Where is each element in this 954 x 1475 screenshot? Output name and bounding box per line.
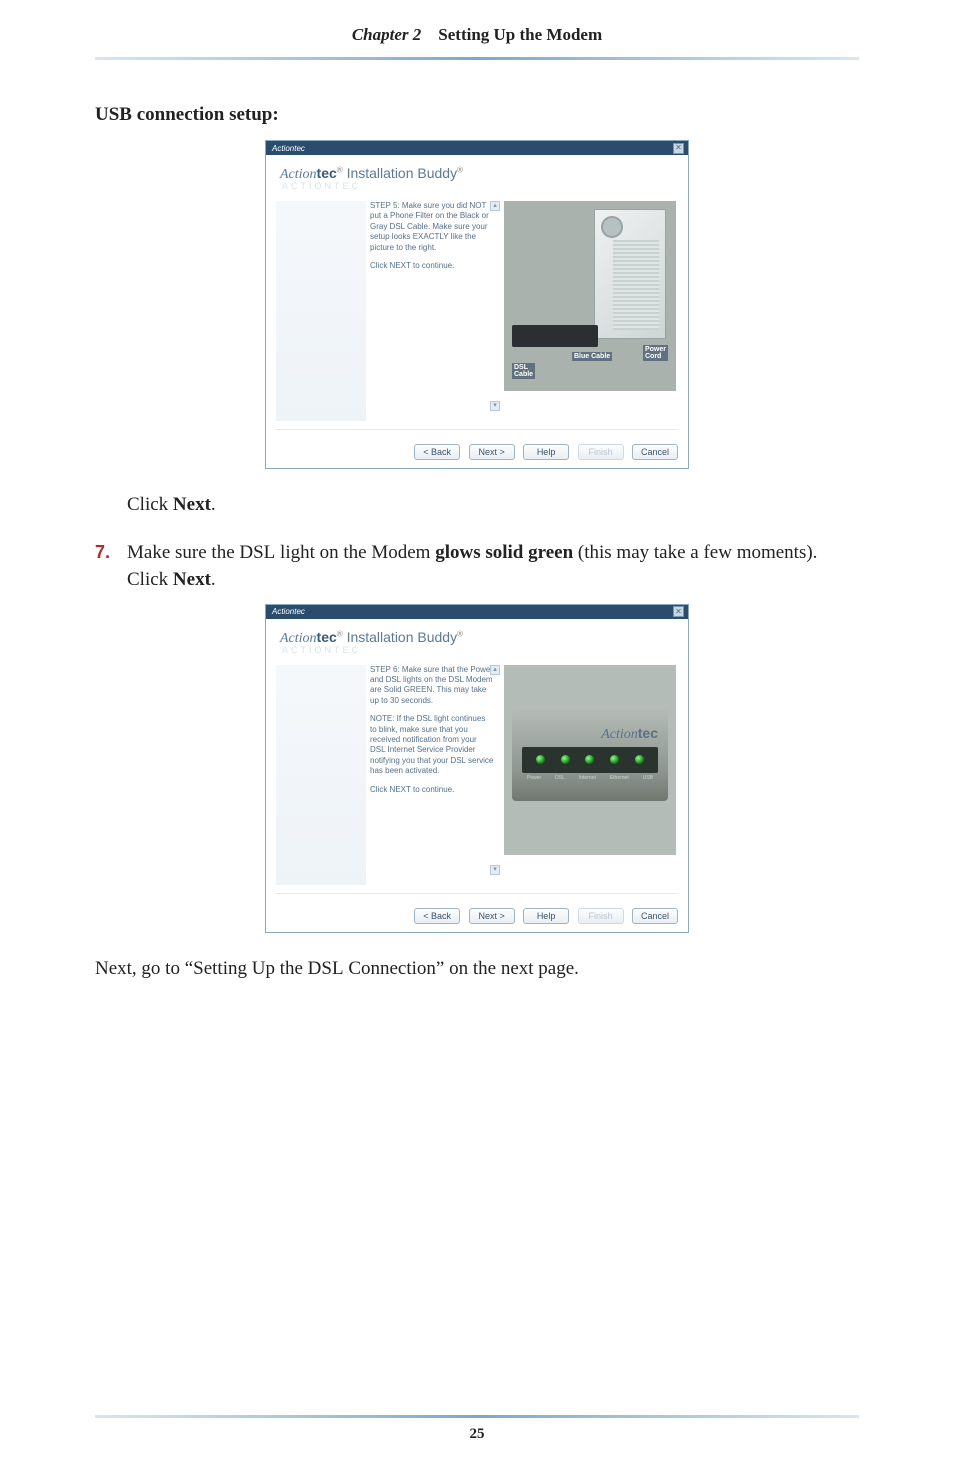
page-footer: 25 [95,1415,859,1443]
wizard-instructions: ▴ STEP 5: Make sure you did NOT put a Ph… [366,201,498,421]
header-rule [95,57,859,60]
back-button[interactable]: < Back [414,444,460,460]
label-blue-cable: Blue Cable [572,352,612,361]
section-heading: USB connection setup: [95,104,859,126]
step6-text: STEP 6: Make sure that the Power and DSL… [370,665,494,707]
logo-italic: Action [280,167,317,182]
wizard-sidebar [276,201,366,421]
wizard-footer: < Back Next > Help Finish Cancel [266,900,688,932]
led-power [536,755,545,764]
wizard-image: Blue Cable Power Cord DSL Cable [504,201,676,391]
wizard-sidebar [276,665,366,885]
cancel-button[interactable]: Cancel [632,444,678,460]
step6-note: NOTE: If the DSL light continues to blin… [370,714,494,776]
back-button[interactable]: < Back [414,908,460,924]
led-dsl [561,755,570,764]
label-dsl-cable: DSL Cable [512,363,535,379]
step5-continue: Click NEXT to continue. [370,261,494,271]
click-next-1: Click Next. [127,491,859,519]
product-name: Installation Buddy [343,165,457,181]
finish-button: Finish [578,908,624,924]
logo-bold: tec [317,165,337,181]
list-number: 7. [95,539,113,594]
titlebar-brand: Actiontec [272,144,305,153]
next-button[interactable]: Next > [469,444,515,460]
cancel-button[interactable]: Cancel [632,908,678,924]
led-usb [635,755,644,764]
wizard-instructions: ▴ STEP 6: Make sure that the Power and D… [366,665,498,885]
step-7-text: Make sure the DSL light on the Modem glo… [127,539,859,594]
chapter-header: Chapter 2 Setting Up the Modem [95,25,859,57]
finish-button: Finish [578,444,624,460]
wizard-footer: < Back Next > Help Finish Cancel [266,436,688,468]
label-power-cord: Power Cord [643,345,668,361]
next-button[interactable]: Next > [469,908,515,924]
led-internet [585,755,594,764]
close-icon[interactable]: ✕ [673,606,684,617]
wizard-header: Actiontec® Installation Buddy® ACTIONTEC [266,619,688,663]
step-7: 7. Make sure the DSL light on the Modem … [95,539,859,594]
close-icon[interactable]: ✕ [673,143,684,154]
wizard-image: Actiontec Power DSL Internet Ethernet US… [504,665,676,855]
scroll-down-icon[interactable]: ▾ [490,865,500,875]
titlebar-brand: Actiontec [272,607,305,616]
footer-rule [95,1415,859,1418]
step5-text: STEP 5: Make sure you did NOT put a Phon… [370,201,494,253]
closing-text: Next, go to “Setting Up the DSL Connecti… [95,955,859,983]
scroll-up-icon[interactable]: ▴ [490,665,500,675]
wizard-step6: Actiontec ✕ Actiontec® Installation Budd… [265,604,689,933]
modem-graphic [512,325,598,347]
wizard-header: Actiontec® Installation Buddy® ACTIONTEC [266,155,688,199]
help-button[interactable]: Help [523,444,569,460]
pc-tower-graphic [594,209,666,339]
scroll-down-icon[interactable]: ▾ [490,401,500,411]
page-number: 25 [95,1426,859,1443]
led-ethernet [610,755,619,764]
logo-shadow: ACTIONTEC [282,181,678,191]
wizard-titlebar: Actiontec ✕ [266,605,688,619]
step6-continue: Click NEXT to continue. [370,785,494,795]
wizard-step5: Actiontec ✕ Actiontec® Installation Budd… [265,140,689,469]
modem-front-graphic: Actiontec Power DSL Internet Ethernet US… [512,705,668,801]
scroll-up-icon[interactable]: ▴ [490,201,500,211]
wizard-titlebar: Actiontec ✕ [266,141,688,155]
chapter-title: Setting Up the Modem [438,25,602,44]
help-button[interactable]: Help [523,908,569,924]
chapter-label: Chapter 2 [352,25,421,44]
